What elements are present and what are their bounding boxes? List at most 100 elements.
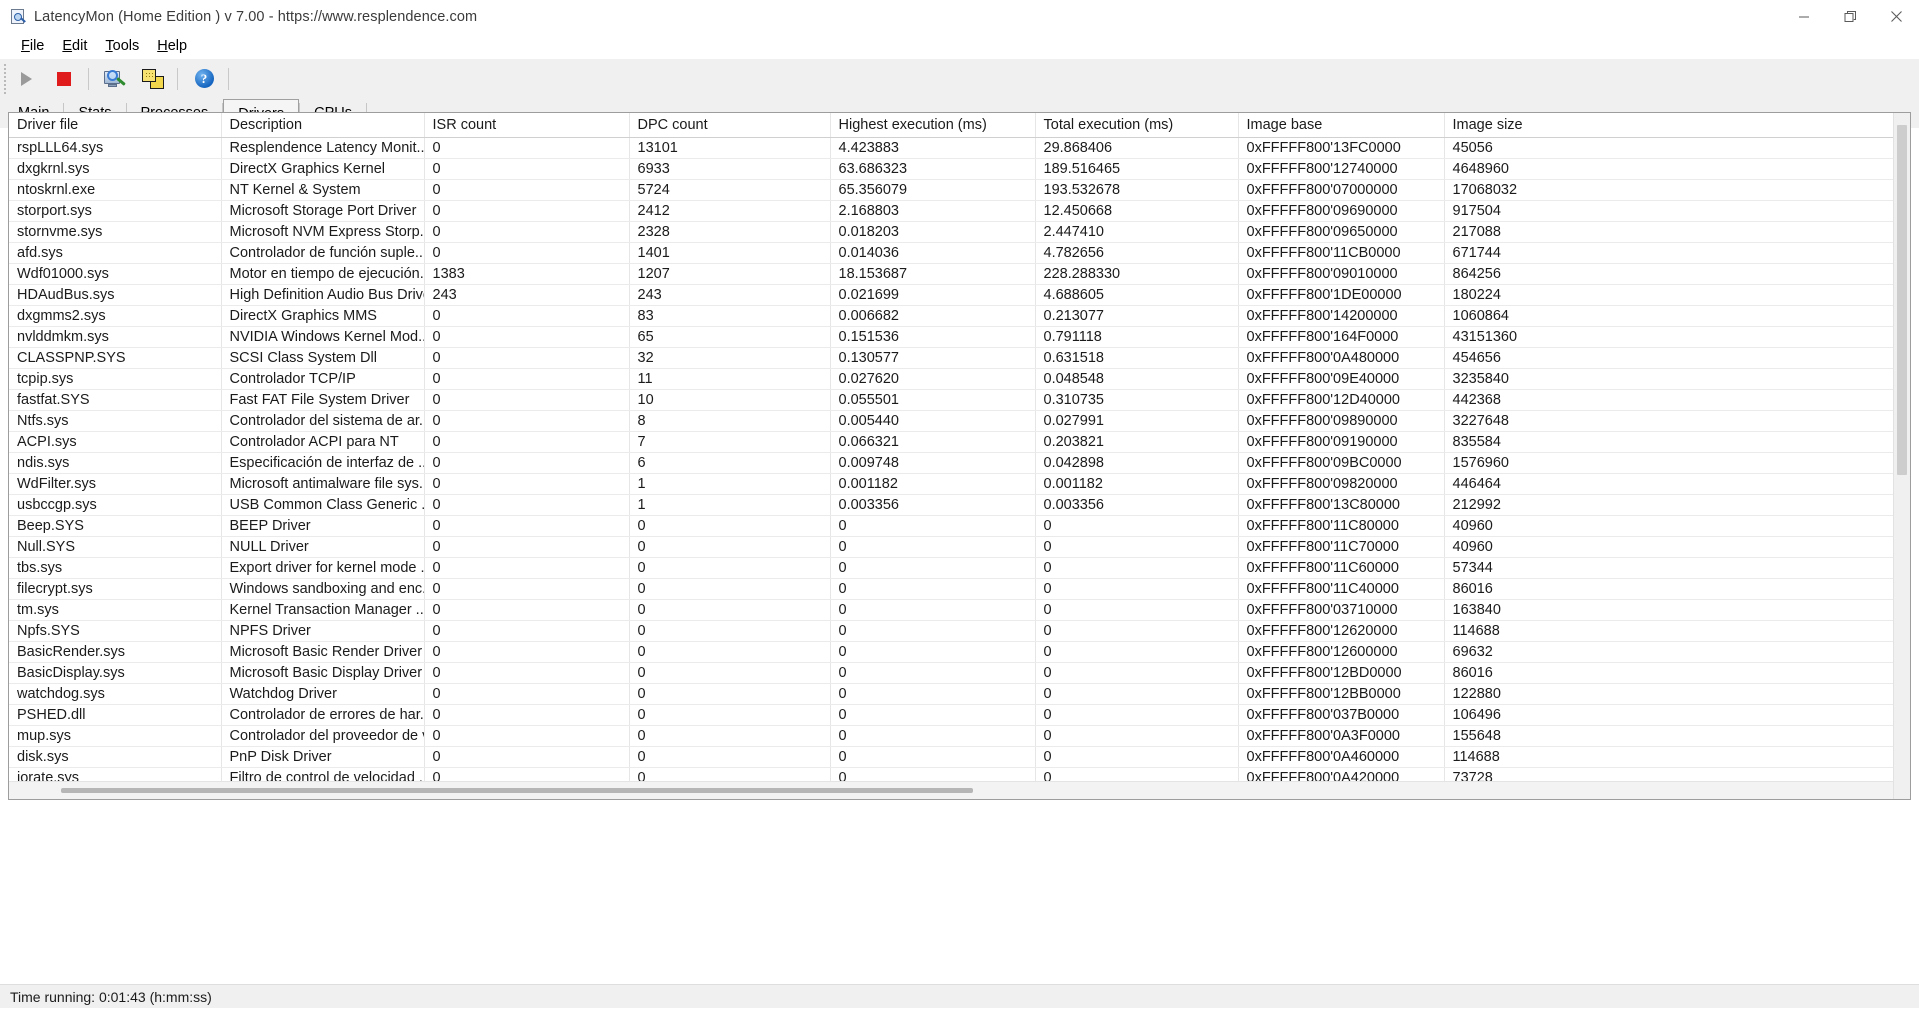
table-row[interactable]: tcpip.sysControlador TCP/IP0110.0276200.… [9, 368, 1895, 389]
horizontal-scrollbar[interactable] [9, 781, 1893, 799]
table-row[interactable]: PSHED.dllControlador de errores de har..… [9, 704, 1895, 725]
table-row[interactable]: Beep.SYSBEEP Driver00000xFFFFF800'11C800… [9, 515, 1895, 536]
table-row[interactable]: HDAudBus.sysHigh Definition Audio Bus Dr… [9, 284, 1895, 305]
table-row[interactable]: tm.sysKernel Transaction Manager ...0000… [9, 599, 1895, 620]
horizontal-scrollbar-thumb[interactable] [61, 788, 973, 793]
column-header-0[interactable]: Driver file [9, 113, 221, 137]
cell-7: 57344 [1444, 557, 1895, 578]
menu-tools[interactable]: Tools [96, 36, 148, 56]
cell-3: 6 [629, 452, 830, 473]
cell-7: 3235840 [1444, 368, 1895, 389]
column-header-6[interactable]: Image base [1238, 113, 1444, 137]
cell-7: 40960 [1444, 515, 1895, 536]
menu-file[interactable]: File [12, 36, 53, 56]
cell-4: 0 [830, 683, 1035, 704]
column-header-3[interactable]: DPC count [629, 113, 830, 137]
help-button[interactable]: ? [186, 63, 222, 95]
table-row[interactable]: disk.sysPnP Disk Driver00000xFFFFF800'0A… [9, 746, 1895, 767]
column-header-7[interactable]: Image size [1444, 113, 1895, 137]
table-row[interactable]: storport.sysMicrosoft Storage Port Drive… [9, 200, 1895, 221]
table-row[interactable]: dxgmms2.sysDirectX Graphics MMS0830.0066… [9, 305, 1895, 326]
table-row[interactable]: nvlddmkm.sysNVIDIA Windows Kernel Mod...… [9, 326, 1895, 347]
cell-0: WdFilter.sys [9, 473, 221, 494]
cell-4: 0.021699 [830, 284, 1035, 305]
table-row[interactable]: fastfat.SYSFast FAT File System Driver01… [9, 389, 1895, 410]
cell-7: 4648960 [1444, 158, 1895, 179]
cell-6: 0xFFFFF800'03710000 [1238, 599, 1444, 620]
drivers-table: Driver fileDescriptionISR countDPC count… [9, 113, 1895, 800]
cell-7: 86016 [1444, 578, 1895, 599]
table-row[interactable]: ndis.sysEspecificación de interfaz de ..… [9, 452, 1895, 473]
table-row[interactable]: stornvme.sysMicrosoft NVM Express Storp.… [9, 221, 1895, 242]
cell-3: 0 [629, 557, 830, 578]
cell-3: 10 [629, 389, 830, 410]
table-row[interactable]: Wdf01000.sysMotor en tiempo de ejecución… [9, 263, 1895, 284]
cell-4: 0 [830, 704, 1035, 725]
start-monitoring-button[interactable] [8, 63, 44, 95]
cell-2: 0 [424, 368, 629, 389]
cell-0: storport.sys [9, 200, 221, 221]
table-row[interactable]: usbccgp.sysUSB Common Class Generic ...0… [9, 494, 1895, 515]
table-row[interactable]: ACPI.sysControlador ACPI para NT070.0663… [9, 431, 1895, 452]
windows-overview-button[interactable] [135, 63, 171, 95]
table-row[interactable]: CLASSPNP.SYSSCSI Class System Dll0320.13… [9, 347, 1895, 368]
cell-5: 0.001182 [1035, 473, 1238, 494]
status-bar: Time running: 0:01:43 (h:mm:ss) [0, 984, 1919, 1008]
cell-4: 0.018203 [830, 221, 1035, 242]
column-header-2[interactable]: ISR count [424, 113, 629, 137]
table-row[interactable]: mup.sysControlador del proveedor de v...… [9, 725, 1895, 746]
cell-2: 0 [424, 137, 629, 158]
menu-edit-label: dit [72, 38, 87, 54]
cell-5: 0.631518 [1035, 347, 1238, 368]
table-row[interactable]: filecrypt.sysWindows sandboxing and enc.… [9, 578, 1895, 599]
vertical-scrollbar[interactable] [1893, 113, 1910, 799]
stop-monitoring-button[interactable] [46, 63, 82, 95]
cell-6: 0xFFFFF800'12740000 [1238, 158, 1444, 179]
cell-4: 0.009748 [830, 452, 1035, 473]
cell-2: 243 [424, 284, 629, 305]
column-header-5[interactable]: Total execution (ms) [1035, 113, 1238, 137]
cell-2: 0 [424, 347, 629, 368]
table-row[interactable]: dxgkrnl.sysDirectX Graphics Kernel069336… [9, 158, 1895, 179]
cell-3: 0 [629, 578, 830, 599]
cell-0: ntoskrnl.exe [9, 179, 221, 200]
vertical-scrollbar-thumb[interactable] [1897, 125, 1907, 475]
table-row[interactable]: Null.SYSNULL Driver00000xFFFFF800'11C700… [9, 536, 1895, 557]
cell-1: Controlador ACPI para NT [221, 431, 424, 452]
table-row[interactable]: Ntfs.sysControlador del sistema de ar...… [9, 410, 1895, 431]
table-row[interactable]: Npfs.SYSNPFS Driver00000xFFFFF800'126200… [9, 620, 1895, 641]
table-row[interactable]: WdFilter.sysMicrosoft antimalware file s… [9, 473, 1895, 494]
analyze-system-button[interactable] [97, 63, 133, 95]
cell-3: 7 [629, 431, 830, 452]
menu-edit[interactable]: Edit [53, 36, 96, 56]
minimize-icon[interactable] [1781, 0, 1827, 33]
cell-2: 0 [424, 473, 629, 494]
cell-5: 193.532678 [1035, 179, 1238, 200]
cell-3: 8 [629, 410, 830, 431]
column-header-4[interactable]: Highest execution (ms) [830, 113, 1035, 137]
cell-0: tm.sys [9, 599, 221, 620]
table-row[interactable]: BasicRender.sysMicrosoft Basic Render Dr… [9, 641, 1895, 662]
menu-tools-label: ools [113, 38, 140, 54]
menu-help[interactable]: Help [148, 36, 196, 56]
maximize-icon[interactable] [1827, 0, 1873, 33]
table-row[interactable]: afd.sysControlador de función suple...01… [9, 242, 1895, 263]
cell-3: 32 [629, 347, 830, 368]
cell-5: 0.042898 [1035, 452, 1238, 473]
table-row[interactable]: ntoskrnl.exeNT Kernel & System0572465.35… [9, 179, 1895, 200]
column-header-1[interactable]: Description [221, 113, 424, 137]
cell-3: 2412 [629, 200, 830, 221]
table-row[interactable]: tbs.sysExport driver for kernel mode ...… [9, 557, 1895, 578]
cell-6: 0xFFFFF800'037B0000 [1238, 704, 1444, 725]
table-row[interactable]: rspLLL64.sysResplendence Latency Monit..… [9, 137, 1895, 158]
table-row[interactable]: watchdog.sysWatchdog Driver00000xFFFFF80… [9, 683, 1895, 704]
cell-1: Controlador TCP/IP [221, 368, 424, 389]
cell-5: 0.310735 [1035, 389, 1238, 410]
cell-2: 0 [424, 599, 629, 620]
cell-3: 65 [629, 326, 830, 347]
cell-4: 0 [830, 557, 1035, 578]
cell-3: 0 [629, 641, 830, 662]
cell-1: Windows sandboxing and enc... [221, 578, 424, 599]
table-row[interactable]: BasicDisplay.sysMicrosoft Basic Display … [9, 662, 1895, 683]
close-icon[interactable] [1873, 0, 1919, 33]
